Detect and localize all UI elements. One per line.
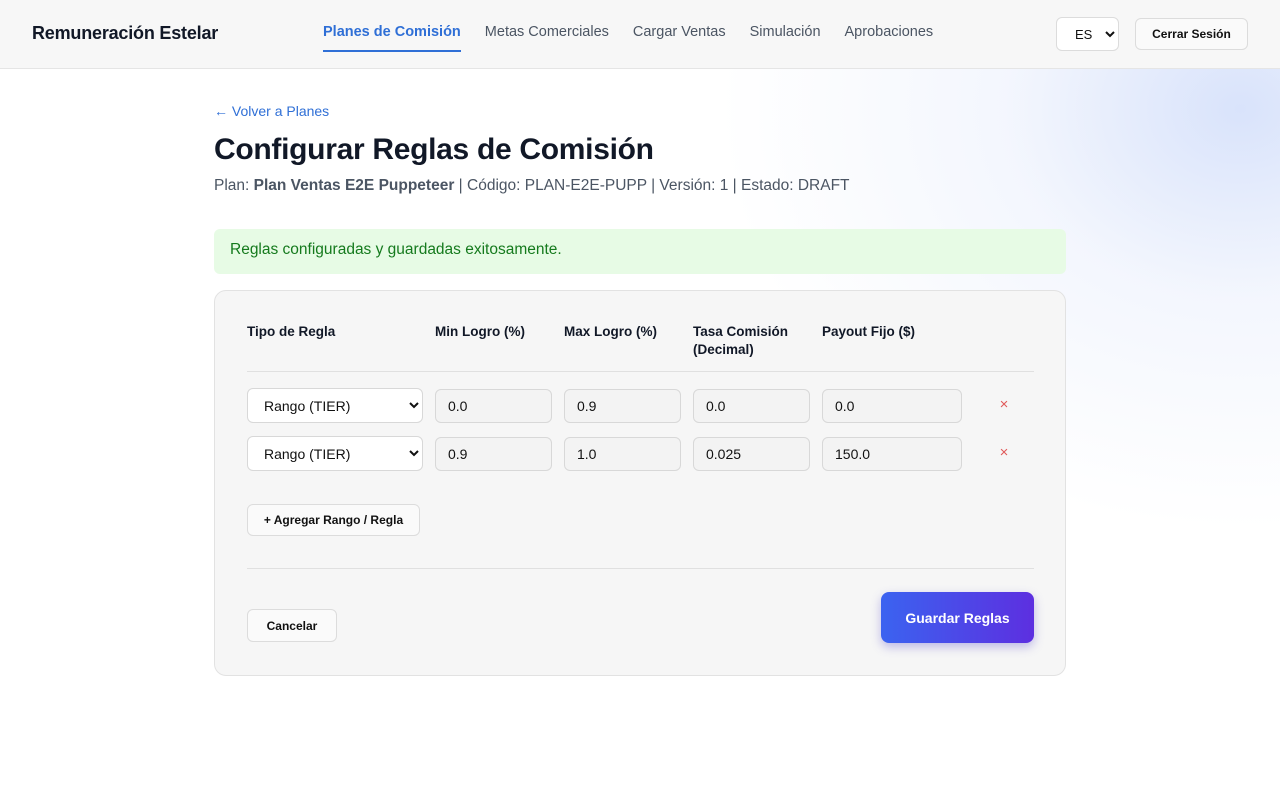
header-rate-line1: Tasa Comisión xyxy=(693,324,789,339)
payout-input[interactable] xyxy=(822,437,962,471)
max-logro-input[interactable] xyxy=(564,437,681,471)
header-rate: Tasa Comisión (Decimal) xyxy=(693,323,788,359)
app-brand: Remuneración Estelar xyxy=(32,23,219,43)
nav-simulacion[interactable]: Simulación xyxy=(750,0,821,52)
success-alert: Reglas configuradas y guardadas exitosam… xyxy=(214,229,1066,274)
plan-info: Plan: Plan Ventas E2E Puppeteer | Código… xyxy=(214,177,850,195)
close-icon[interactable]: × xyxy=(994,443,1014,463)
plan-name: Plan Ventas E2E Puppeteer xyxy=(253,177,455,194)
footer-divider xyxy=(247,568,1034,569)
main-nav: Planes de Comisión Metas Comerciales Car… xyxy=(323,0,957,69)
header-rule-type: Tipo de Regla xyxy=(247,324,336,339)
top-navbar: Remuneración Estelar Planes de Comisión … xyxy=(0,0,1280,69)
payout-input[interactable] xyxy=(822,389,962,423)
max-logro-input[interactable] xyxy=(564,389,681,423)
close-icon[interactable]: × xyxy=(994,395,1014,415)
rules-card: Tipo de Regla Min Logro (%) Max Logro (%… xyxy=(214,290,1066,676)
nav-cargar-ventas[interactable]: Cargar Ventas xyxy=(633,0,726,52)
nav-planes-de-comision[interactable]: Planes de Comisión xyxy=(323,0,461,52)
plan-label: Plan: xyxy=(214,177,254,194)
rate-input[interactable] xyxy=(693,437,810,471)
rule-type-select[interactable]: Rango (TIER) xyxy=(247,436,423,471)
nav-metas-comerciales[interactable]: Metas Comerciales xyxy=(485,0,609,52)
save-rules-button[interactable]: Guardar Reglas xyxy=(881,592,1034,643)
min-logro-input[interactable] xyxy=(435,437,552,471)
success-alert-message: Reglas configuradas y guardadas exitosam… xyxy=(230,241,562,258)
back-to-plans-link[interactable]: ← Volver a Planes xyxy=(214,103,329,119)
header-min: Min Logro (%) xyxy=(435,324,525,339)
header-max: Max Logro (%) xyxy=(564,324,657,339)
header-divider xyxy=(247,371,1034,372)
add-rule-button[interactable]: + Agregar Rango / Regla xyxy=(247,504,420,536)
header-rate-line2: (Decimal) xyxy=(693,342,754,357)
nav-aprobaciones[interactable]: Aprobaciones xyxy=(845,0,934,52)
cancel-button[interactable]: Cancelar xyxy=(247,609,337,642)
header-payout: Payout Fijo ($) xyxy=(822,324,916,339)
language-select[interactable]: ES xyxy=(1056,17,1119,51)
rule-type-select[interactable]: Rango (TIER) xyxy=(247,388,423,423)
rate-input[interactable] xyxy=(693,389,810,423)
page-title: Configurar Reglas de Comisión xyxy=(214,133,654,166)
plan-meta: | Código: PLAN-E2E-PUPP | Versión: 1 | E… xyxy=(454,177,850,194)
min-logro-input[interactable] xyxy=(435,389,552,423)
logout-button[interactable]: Cerrar Sesión xyxy=(1135,18,1248,50)
